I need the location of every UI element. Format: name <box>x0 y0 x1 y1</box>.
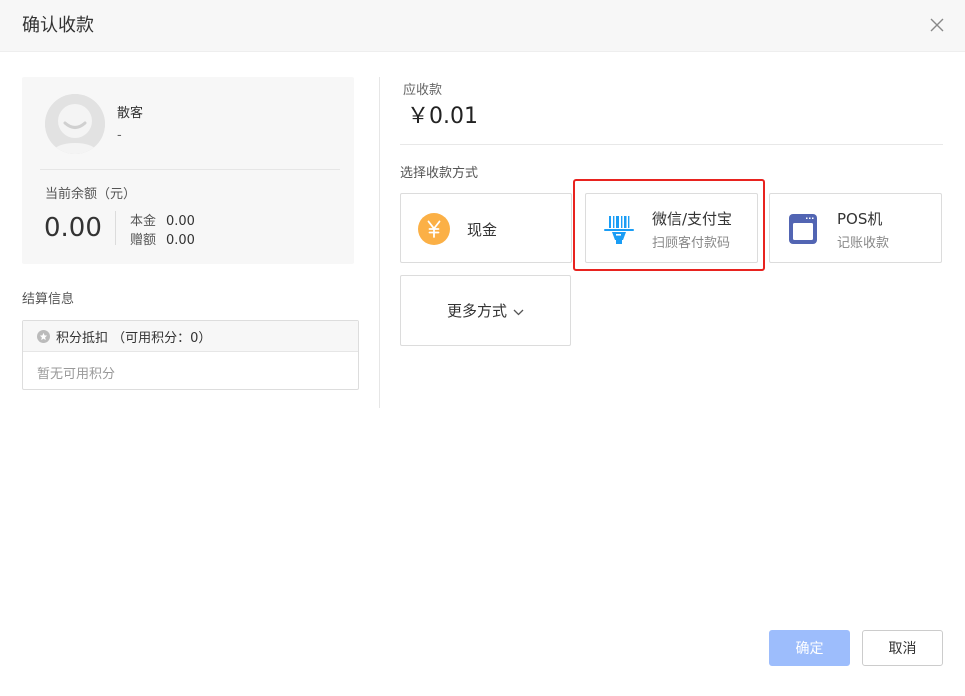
payment-method-pos-label: POS机 <box>837 210 883 228</box>
customer-name: 散客 <box>117 106 144 121</box>
divider <box>400 144 943 145</box>
chevron-down-icon <box>513 302 524 320</box>
payment-method-title: 选择收款方式 <box>400 166 479 181</box>
pos-terminal-icon <box>786 212 820 246</box>
principal-value: 0.00 <box>166 214 195 229</box>
payment-method-pos-subtitle: 记账收款 <box>837 236 890 251</box>
balance-value: 0.00 <box>44 213 102 243</box>
points-header[interactable]: 积分抵扣 （可用积分：0） <box>23 321 358 352</box>
more-methods-button[interactable]: 更多方式 <box>400 275 571 346</box>
customer-phone: - <box>117 128 122 143</box>
payment-method-cash[interactable]: 现金 <box>400 193 572 263</box>
dialog-header: 确认收款 <box>0 0 965 52</box>
payment-method-pos[interactable]: POS机 记账收款 <box>769 193 942 263</box>
points-box: 积分抵扣 （可用积分：0） 暂无可用积分 <box>22 320 359 390</box>
bonus-value: 0.00 <box>166 233 195 248</box>
points-coin-icon <box>37 329 50 343</box>
bonus-row: 赠额 0.00 <box>130 229 195 248</box>
avatar <box>45 94 105 154</box>
principal-label: 本金 <box>130 214 157 229</box>
barcode-scanner-icon <box>602 212 636 246</box>
payment-method-wechat-alipay[interactable]: 微信/支付宝 扫顾客付款码 <box>585 193 758 263</box>
more-methods-label: 更多方式 <box>446 302 507 320</box>
dialog-title: 确认收款 <box>22 15 94 36</box>
principal-row: 本金 0.00 <box>130 210 195 229</box>
confirm-button[interactable]: 确定 <box>769 630 850 666</box>
payment-method-cash-label: 现金 <box>467 221 498 239</box>
balance-label: 当前余额（元） <box>45 187 137 202</box>
payment-method-wechat-alipay-subtitle: 扫顾客付款码 <box>652 236 731 251</box>
points-label: 积分抵扣 （可用积分：0） <box>56 330 212 346</box>
payment-method-wechat-alipay-label: 微信/支付宝 <box>652 210 733 228</box>
yuan-coin-icon <box>417 212 451 246</box>
customer-card: 散客 - 当前余额（元） 0.00 本金 0.00 赠额 0.00 <box>22 77 354 264</box>
amount-due-label: 应收款 <box>403 83 443 98</box>
cancel-button[interactable]: 取消 <box>862 630 943 666</box>
divider <box>379 77 380 408</box>
settlement-title: 结算信息 <box>22 292 75 307</box>
divider <box>115 211 116 245</box>
bonus-label: 赠额 <box>130 233 157 248</box>
points-empty-text: 暂无可用积分 <box>37 367 116 382</box>
divider <box>40 169 340 170</box>
amount-due-value: ￥0.01 <box>407 104 478 129</box>
close-icon[interactable] <box>929 17 945 33</box>
